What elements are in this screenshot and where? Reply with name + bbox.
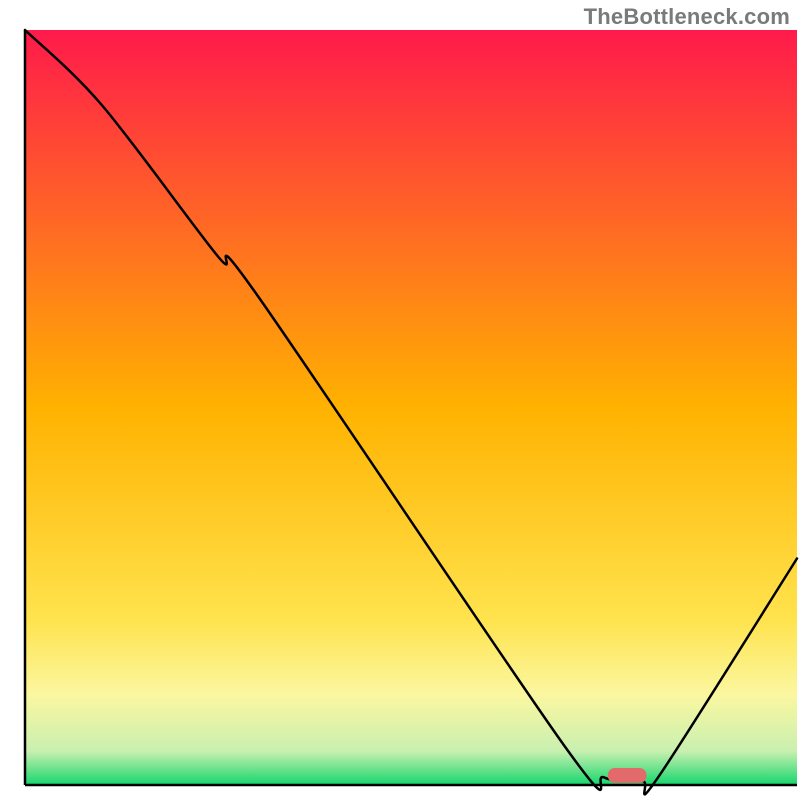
bottleneck-chart <box>0 0 800 800</box>
chart-container: TheBottleneck.com <box>0 0 800 800</box>
plot-background <box>25 30 797 785</box>
optimal-marker <box>608 768 647 783</box>
